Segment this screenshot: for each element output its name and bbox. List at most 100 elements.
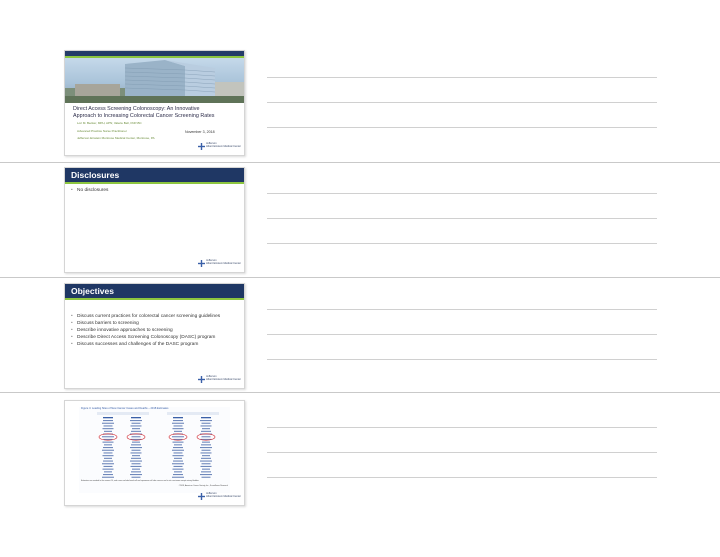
figure-table-cell [201, 430, 211, 432]
hospital-building-photo [65, 58, 244, 103]
figure-table-cell [132, 441, 140, 443]
figure-table-cell [102, 476, 114, 478]
figure-table-cell [201, 436, 211, 438]
figure-table-cell [102, 428, 114, 430]
figure-table-cell [200, 452, 212, 454]
author-line: Lori M. Becker, MPH, APN; Valerie Bell, … [77, 121, 142, 125]
slide-title: Direct Access Screening Colonoscopy: An … [64, 50, 245, 156]
figure-table-cell [102, 463, 114, 465]
figure-table-cell [131, 463, 141, 465]
note-line [267, 102, 657, 103]
figure-table-cell [173, 452, 183, 454]
bullet-item: Discuss current practices for colorectal… [71, 314, 221, 320]
slide-cancer-statistics: Figure 3. Leading Sites of New Cancer Ca… [64, 400, 245, 506]
figure-table-cell [104, 471, 112, 473]
author-role: Advanced Practice Nurse Practitioner [77, 129, 127, 133]
figure-table-cell [102, 436, 114, 438]
figure-table-cell [172, 455, 184, 457]
figure-table-cell [200, 425, 212, 427]
note-line [267, 218, 657, 219]
logo-cross-icon [198, 376, 205, 383]
building-illustration [65, 60, 244, 103]
figure-table-cell [172, 428, 184, 430]
figure-table-cell [201, 463, 211, 465]
figure-table-cell [130, 425, 142, 427]
figure-source: ©2018, American Cancer Society, Inc., Su… [178, 485, 228, 487]
figure-table-cell [200, 447, 212, 449]
note-line [267, 127, 657, 128]
note-line [267, 243, 657, 244]
figure-table-cell [130, 420, 142, 422]
slide-heading: Disclosures [71, 170, 120, 180]
bullet-list: Discuss current practices for colorectal… [71, 314, 221, 349]
figure-table-cell [172, 449, 184, 451]
slide-heading: Objectives [71, 286, 114, 296]
figure-table-cell [173, 420, 183, 422]
slide-header-accent [65, 298, 244, 300]
presentation-date: November 3, 2018 [185, 130, 215, 134]
figure-table-cell [172, 441, 184, 443]
presentation-title: Direct Access Screening Colonoscopy: An … [73, 106, 238, 120]
logo-subtitle: Albert Einstein Medical Center [206, 262, 241, 265]
figure-table-cell [132, 428, 140, 430]
figure-table-cell [132, 455, 140, 457]
figure-table-cell [103, 447, 113, 449]
figure-table-cell [174, 471, 182, 473]
figure-table-cell [103, 474, 113, 476]
figure-table-cell [200, 465, 212, 467]
figure-table-cell [103, 465, 113, 467]
figure-table-cell [174, 430, 182, 432]
logo-cross-icon [198, 493, 205, 500]
figure-table-cell [131, 449, 141, 451]
note-line [267, 77, 657, 78]
figure-table-cell [174, 444, 182, 446]
figure-table-cell [173, 465, 183, 467]
bullet-list: No disclosures [71, 188, 239, 195]
figure-table-cell [102, 422, 114, 424]
bullet-item: Describe innovative approaches to screen… [71, 328, 221, 334]
figure-table-cell [202, 441, 210, 443]
note-line [267, 477, 657, 478]
figure-table-cell [172, 468, 184, 470]
figure-table-cell [172, 463, 184, 465]
figure-table-cell [130, 447, 142, 449]
figure-table-cell [172, 476, 184, 478]
figure-table-cell [173, 460, 183, 462]
row-separator [0, 277, 720, 278]
figure-table-cell [103, 452, 113, 454]
author-institution: Jefferson Einstein Montrose Medical Cent… [77, 136, 155, 140]
figure-table-cell [200, 420, 212, 422]
logo-subtitle: Albert Einstein Medical Center [206, 495, 241, 498]
note-line [267, 427, 657, 428]
figure-table-cell [102, 441, 114, 443]
slide-header-accent [65, 182, 244, 184]
figure-table-cell [131, 436, 141, 438]
figure-table-cell [132, 468, 140, 470]
figure-table-cell [130, 465, 142, 467]
figure-table-cell [130, 452, 142, 454]
logo-subtitle: Albert Einstein Medical Center [206, 378, 241, 381]
figure-table-cell [131, 444, 141, 446]
slide-disclosures: Disclosures No disclosures Jefferson Alb… [64, 167, 245, 273]
bullet-item: No disclosures [71, 188, 239, 194]
jefferson-logo: Jefferson Albert Einstein Medical Center [198, 142, 241, 151]
figure-table-cell [130, 460, 142, 462]
figure-table-cell [201, 449, 211, 451]
figure-table-cell [130, 474, 142, 476]
figure-table-cell [173, 474, 183, 476]
figure-table-cell [201, 471, 211, 473]
figure-table-cell [201, 476, 211, 478]
figure-table-graphic [97, 412, 219, 478]
note-line [267, 193, 657, 194]
figure-table-cell [102, 468, 114, 470]
figure-table-cell [172, 436, 184, 438]
figure-table-cell [131, 430, 141, 432]
figure-table-cell [201, 444, 211, 446]
title-line-1: Direct Access Screening Colonoscopy: An … [73, 106, 200, 112]
note-line [267, 309, 657, 310]
figure-table-cell [202, 468, 210, 470]
figure-table-cell [104, 457, 112, 459]
bullet-item: Discuss barriers to screening [71, 321, 221, 327]
note-line [267, 334, 657, 335]
figure-footnote: Estimates are rounded to the nearest 10,… [81, 480, 200, 482]
